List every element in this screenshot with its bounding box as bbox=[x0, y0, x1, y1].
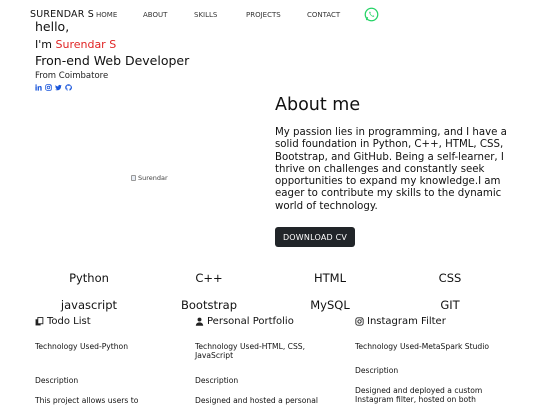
navbar: SURENDAR S HOME ABOUT SKILLS PROJECTS CO… bbox=[0, 0, 540, 30]
project-title-text: Todo List bbox=[47, 316, 91, 327]
project-title-text: Instagram Filter bbox=[367, 316, 446, 327]
hero-role: Fron-end Web Developer bbox=[35, 53, 190, 68]
project-desc: Designed and deployed a custom Instagram… bbox=[355, 386, 483, 405]
skill-css: CSS bbox=[438, 271, 462, 285]
project-desc-label: Description bbox=[35, 376, 79, 385]
project-title-portfolio: Personal Portfolio bbox=[195, 316, 294, 327]
skill-html: HTML bbox=[313, 271, 347, 285]
skill-git: GIT bbox=[440, 298, 460, 312]
project-desc: Designed and hosted a personal bbox=[195, 396, 318, 405]
whatsapp-icon[interactable] bbox=[364, 7, 379, 22]
nav-link-about[interactable]: ABOUT bbox=[143, 11, 167, 19]
hero-location: From Coimbatore bbox=[35, 71, 109, 81]
intro-line: I'm Surendar S bbox=[35, 38, 116, 51]
project-tech: Technology Used-HTML, CSS, JavaScript bbox=[195, 342, 306, 361]
project-title-text: Personal Portfolio bbox=[207, 316, 294, 327]
instagram-icon[interactable] bbox=[45, 84, 52, 91]
instagram-icon bbox=[355, 317, 364, 326]
intro-prefix: I'm bbox=[35, 38, 56, 51]
skill-bootstrap: Bootstrap bbox=[180, 298, 238, 312]
project-desc: This project allows users to bbox=[35, 396, 139, 405]
project-desc-label: Description bbox=[195, 376, 239, 385]
greeting: hello, bbox=[35, 19, 70, 34]
nav-link-home[interactable]: HOME bbox=[96, 11, 117, 19]
profile-photo: Surendar bbox=[131, 172, 173, 184]
hero-name: Surendar S bbox=[55, 38, 117, 51]
twitter-icon[interactable] bbox=[55, 84, 62, 91]
about-text: My passion lies in programming, and I ha… bbox=[275, 127, 507, 212]
skill-cpp: C++ bbox=[195, 271, 223, 285]
linkedin-icon[interactable] bbox=[35, 84, 42, 91]
skill-javascript: javascript bbox=[60, 298, 118, 312]
download-cv-button[interactable]: DOWNLOAD CV bbox=[275, 227, 355, 247]
broken-image-icon bbox=[131, 175, 136, 181]
project-tech: Technology Used-MetaSpark Studio bbox=[355, 342, 489, 351]
nav-link-projects[interactable]: PROJECTS bbox=[246, 11, 281, 19]
user-icon bbox=[195, 317, 204, 326]
project-title-instagram: Instagram Filter bbox=[355, 316, 446, 327]
skill-mysql: MySQL bbox=[310, 298, 350, 312]
nav-link-skills[interactable]: SKILLS bbox=[194, 11, 217, 19]
project-desc-label: Description bbox=[355, 366, 399, 375]
nav-link-contact[interactable]: CONTACT bbox=[307, 11, 340, 19]
github-icon[interactable] bbox=[65, 84, 72, 91]
project-tech: Technology Used-Python bbox=[35, 342, 129, 351]
copy-icon bbox=[35, 317, 44, 326]
about-title: About me bbox=[275, 95, 361, 115]
skill-python: Python bbox=[69, 271, 109, 285]
project-title-todo: Todo List bbox=[35, 316, 91, 327]
social-links bbox=[35, 84, 72, 91]
profile-photo-alt: Surendar bbox=[138, 174, 168, 182]
